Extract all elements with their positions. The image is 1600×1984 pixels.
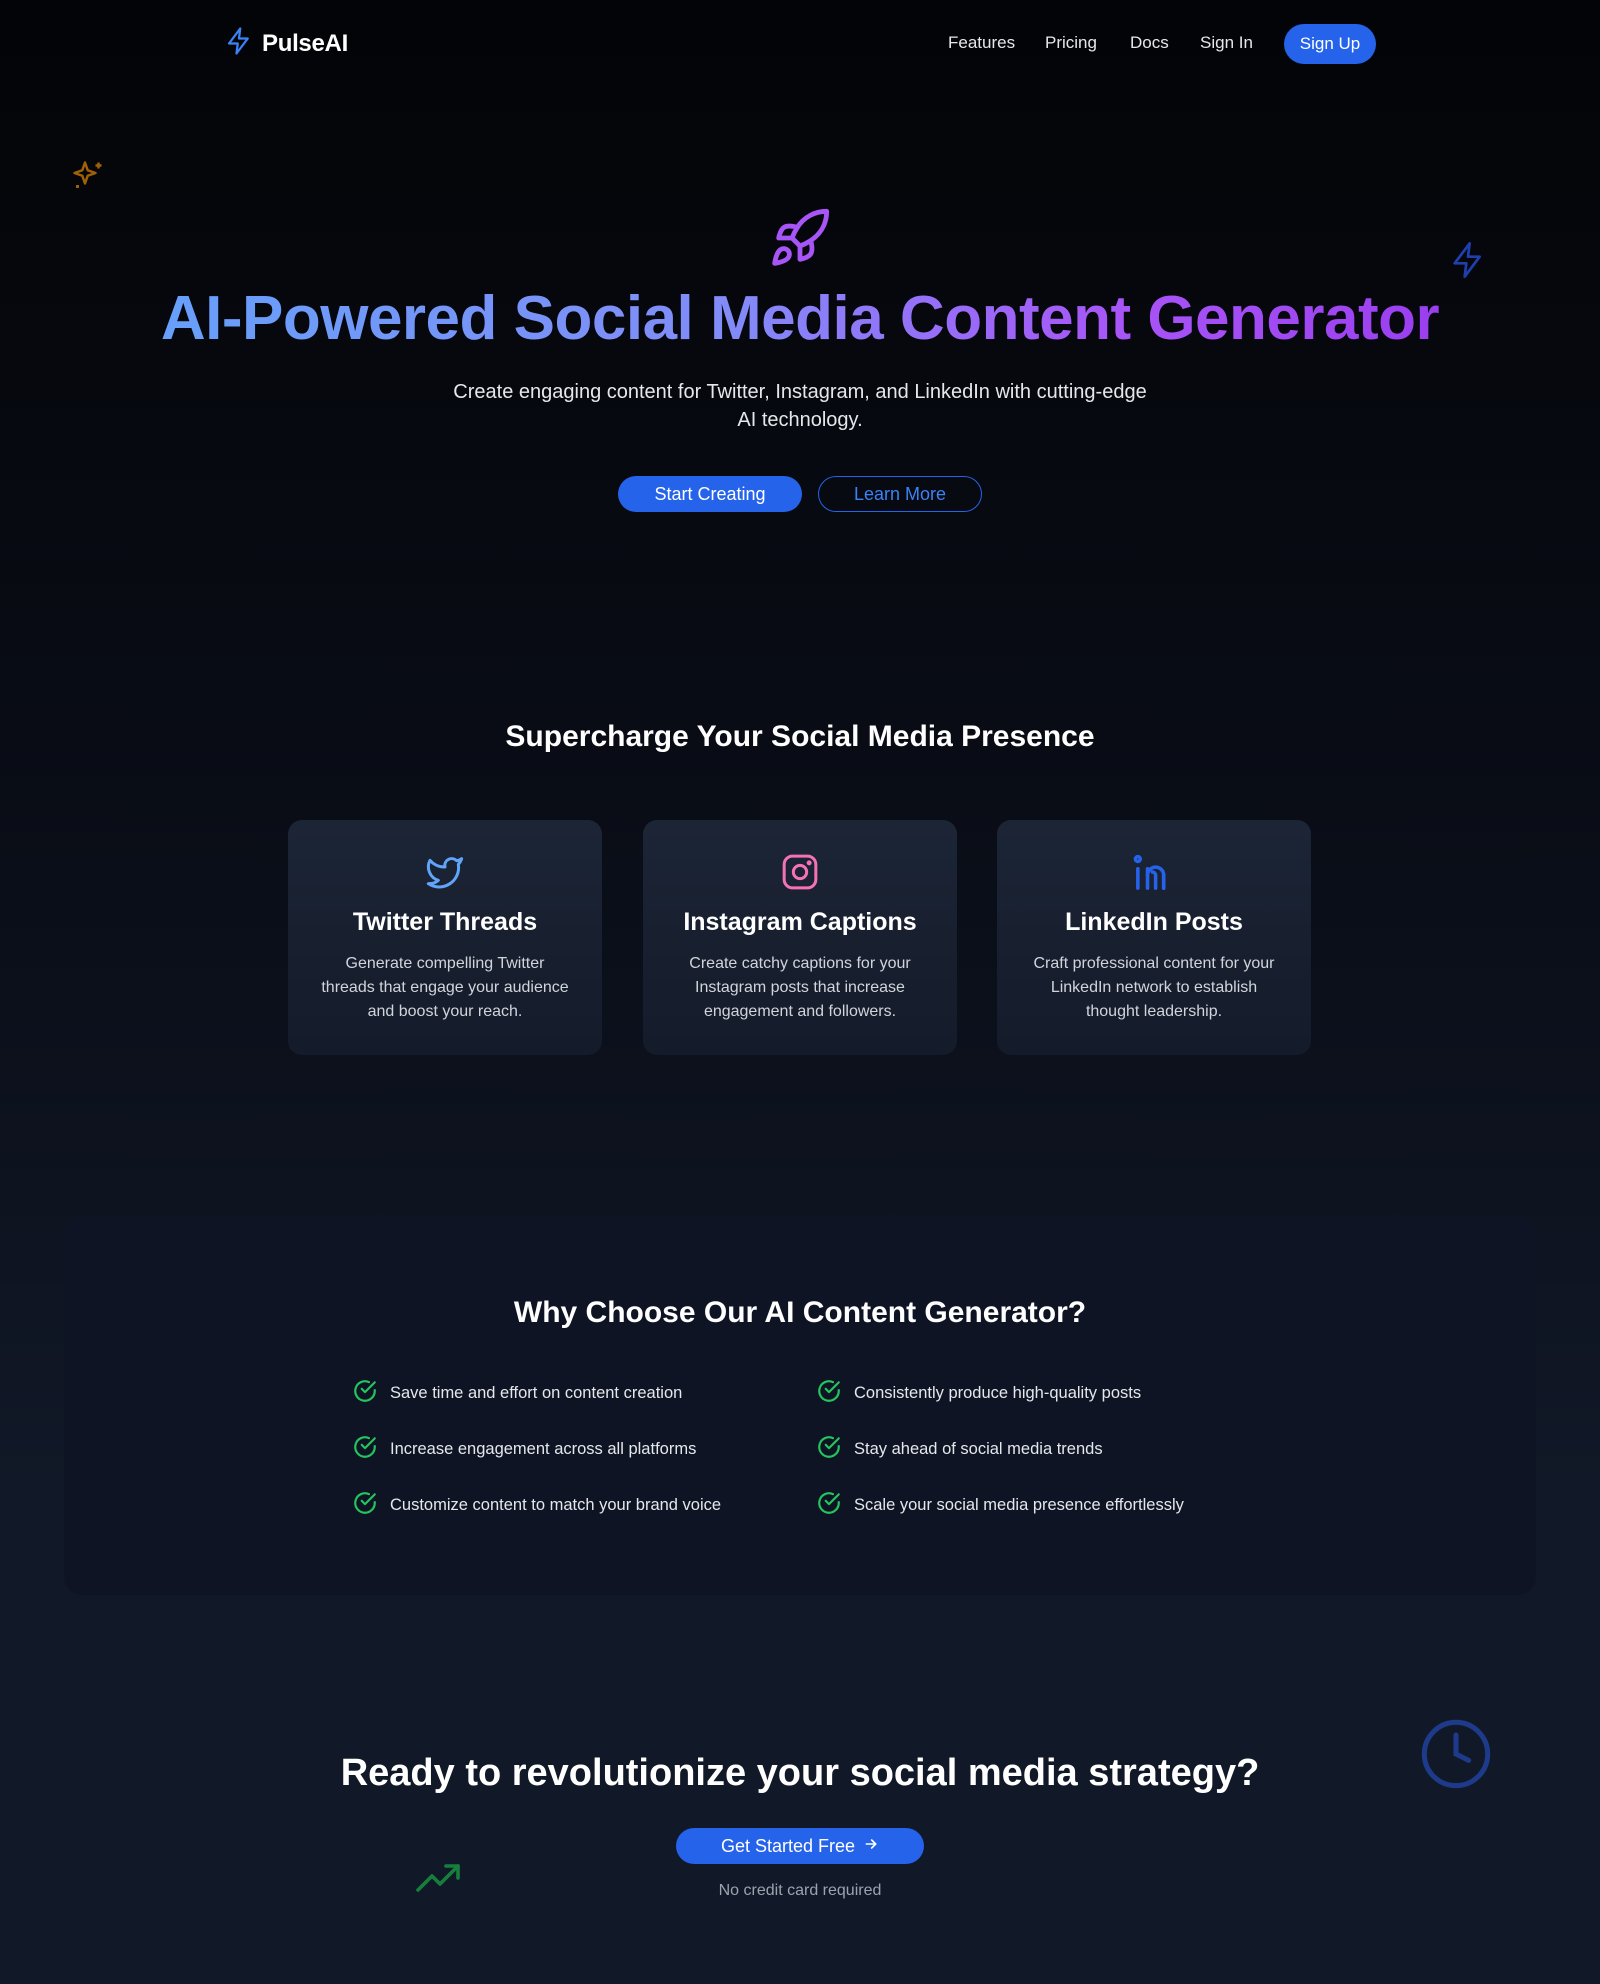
sparkles-icon [70,158,106,199]
why-panel [64,1215,1536,1595]
benefit-item: Scale your social media presence effortl… [816,1490,1184,1521]
check-circle-icon [816,1434,842,1465]
cta-note: No credit card required [718,1882,882,1899]
check-circle-icon [352,1378,378,1409]
benefit-item: Consistently produce high-quality posts [816,1378,1141,1409]
cta-title: Ready to revolutionize your social media… [340,1752,1260,1794]
feature-card-linkedin: LinkedIn Posts Craft professional conten… [997,820,1311,1055]
card-title: Twitter Threads [352,908,538,936]
rocket-icon [768,206,832,275]
benefit-item: Customize content to match your brand vo… [352,1490,721,1521]
card-title: LinkedIn Posts [1065,908,1243,936]
card-description: Create catchy captions for your Instagra… [689,955,911,1020]
lightning-icon [224,26,254,61]
instagram-icon [780,852,820,897]
linkedin-icon [1133,852,1175,897]
nav-link-docs[interactable]: Docs [1130,33,1169,53]
check-circle-icon [816,1378,842,1409]
feature-card-instagram: Instagram Captions Create catchy caption… [643,820,957,1055]
hero-subtitle: Create engaging content for Twitter, Ins… [453,381,1147,431]
check-circle-icon [816,1490,842,1521]
check-circle-icon [352,1434,378,1465]
start-creating-button[interactable]: Start Creating [618,476,802,512]
card-description: Generate compelling Twitter threads that… [321,955,569,1020]
get-started-button[interactable]: Get Started Free [676,1828,924,1864]
feature-card-twitter: Twitter Threads Generate compelling Twit… [288,820,602,1055]
sign-up-button[interactable]: Sign Up [1284,24,1376,64]
brand-name: PulseAI [262,29,348,57]
hero-title: AI-Powered Social Media Content Generato… [0,284,1600,353]
benefit-item: Save time and effort on content creation [352,1378,682,1409]
lightning-deco-icon [1448,238,1488,287]
nav-link-sign-in[interactable]: Sign In [1200,33,1253,53]
learn-more-button[interactable]: Learn More [818,476,982,512]
nav-link-features[interactable]: Features [948,33,1015,53]
features-title: Supercharge Your Social Media Presence [505,720,1095,753]
benefit-item: Stay ahead of social media trends [816,1434,1103,1465]
benefit-item: Increase engagement across all platforms [352,1434,696,1465]
brand-logo[interactable]: PulseAI [224,26,348,61]
twitter-icon [425,852,465,897]
check-circle-icon [352,1490,378,1521]
nav-link-pricing[interactable]: Pricing [1045,33,1097,53]
why-title: Why Choose Our AI Content Generator? [513,1296,1087,1329]
card-description: Craft professional content for your Link… [1033,955,1275,1020]
arrow-right-icon [863,1836,879,1857]
card-title: Instagram Captions [683,908,917,936]
